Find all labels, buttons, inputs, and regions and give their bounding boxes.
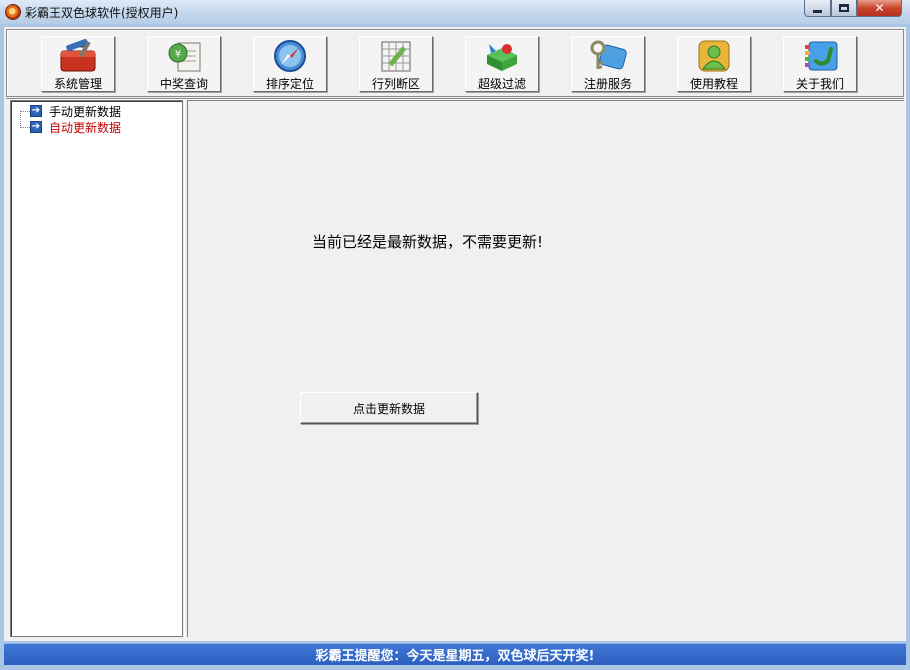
super-filter-label: 超级过滤 <box>477 77 526 91</box>
row-column-break-label: 行列断区 <box>371 77 420 91</box>
register-service-label: 注册服务 <box>583 77 632 91</box>
winning-query-label: 中奖查询 <box>159 77 208 91</box>
register-service-button[interactable]: 注册服务 <box>571 36 645 92</box>
lottery-document-icon: ¥ <box>163 39 205 73</box>
update-data-button[interactable]: 点击更新数据 <box>300 392 478 424</box>
arrow-right-icon: ➔ <box>30 105 42 117</box>
tree-item-auto-update[interactable]: ➔ 自动更新数据 <box>30 119 121 135</box>
compass-icon <box>269 39 311 73</box>
tree-connector-line <box>20 111 21 128</box>
tree-item-manual-update[interactable]: ➔ 手动更新数据 <box>30 103 121 119</box>
about-us-label: 关于我们 <box>795 77 844 91</box>
super-filter-button[interactable]: 超级过滤 <box>465 36 539 92</box>
system-management-label: 系统管理 <box>53 77 102 91</box>
update-tree-panel: ➔ 手动更新数据 ➔ 自动更新数据 <box>10 100 183 637</box>
about-us-button[interactable]: 关于我们 <box>783 36 857 92</box>
client-area: 系统管理 ¥ 中奖查询 排序定位 行列断区 超级过滤 注册服务 使用教程 关于我… <box>4 27 906 641</box>
svg-text:¥: ¥ <box>175 49 181 60</box>
app-icon <box>5 4 21 20</box>
maximize-button[interactable] <box>831 0 857 17</box>
toolbar: 系统管理 ¥ 中奖查询 排序定位 行列断区 超级过滤 注册服务 使用教程 关于我… <box>6 29 904 97</box>
title-bar: 彩霸王双色球软件(授权用户) ✕ <box>0 0 910 24</box>
sort-position-button[interactable]: 排序定位 <box>253 36 327 92</box>
minimize-icon <box>813 9 822 13</box>
close-icon: ✕ <box>874 1 885 15</box>
main-content: 当前已经是最新数据，不需要更新! 点击更新数据 <box>188 100 904 637</box>
window-title: 彩霸王双色球软件(授权用户) <box>25 6 179 20</box>
tree-item-label: 自动更新数据 <box>49 120 122 135</box>
phone-contact-icon <box>799 39 841 73</box>
minimize-button[interactable] <box>804 0 831 17</box>
row-column-break-button[interactable]: 行列断区 <box>359 36 433 92</box>
close-button[interactable]: ✕ <box>857 0 902 17</box>
tree-connector-line <box>20 111 30 112</box>
key-icon <box>587 39 629 73</box>
tree-item-label: 手动更新数据 <box>49 104 122 119</box>
tutorial-button[interactable]: 使用教程 <box>677 36 751 92</box>
winning-query-button[interactable]: ¥ 中奖查询 <box>147 36 221 92</box>
maximize-icon <box>839 4 849 12</box>
status-bar: 彩霸王提醒您：今天是星期五，双色球后天开奖! <box>4 643 906 665</box>
user-tutorial-icon <box>693 39 735 73</box>
tree-connector-line <box>20 127 30 128</box>
system-management-button[interactable]: 系统管理 <box>41 36 115 92</box>
toolbox-icon <box>57 38 99 73</box>
arrow-right-icon: ➔ <box>30 121 42 133</box>
sort-position-label: 排序定位 <box>265 77 314 91</box>
grid-pencil-icon <box>375 39 417 73</box>
filter-cube-icon <box>481 39 523 73</box>
tutorial-label: 使用教程 <box>689 77 738 91</box>
status-message: 当前已经是最新数据，不需要更新! <box>312 233 544 251</box>
